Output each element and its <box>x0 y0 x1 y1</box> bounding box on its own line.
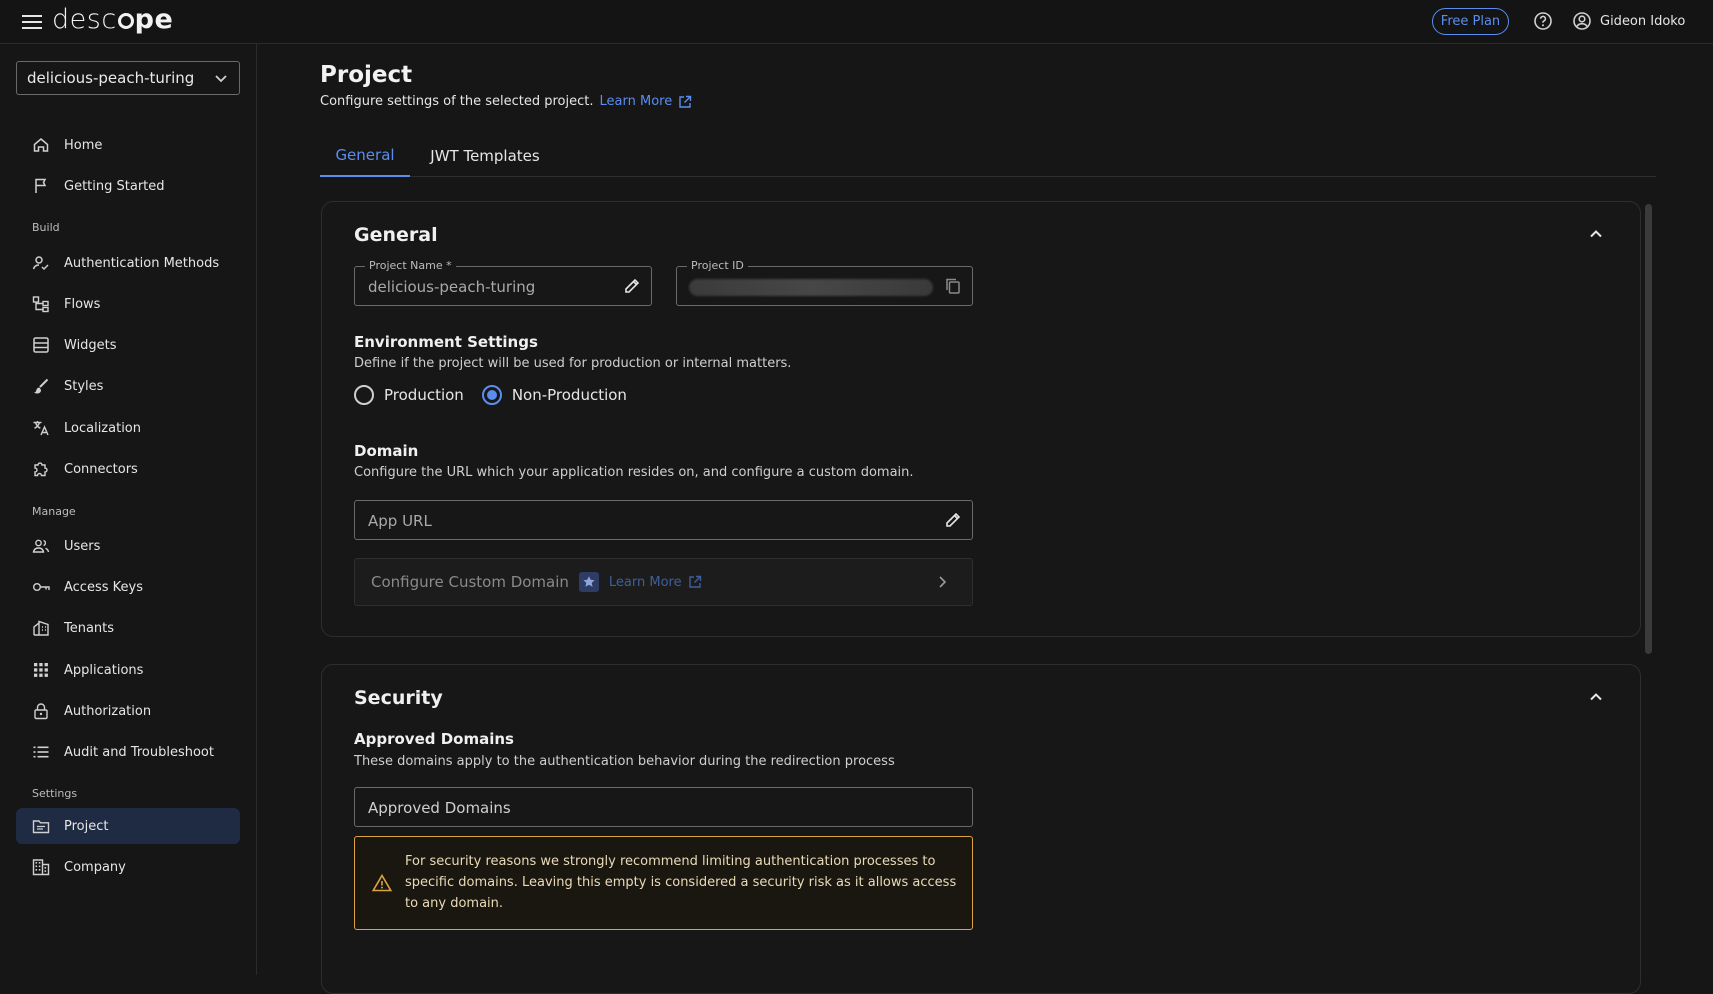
project-selector-value: delicious-peach-turing <box>27 69 195 87</box>
security-card-title: Security <box>354 687 443 709</box>
sidebar-item-users[interactable]: Users <box>16 528 240 564</box>
learn-more-link[interactable]: Learn More <box>600 94 693 109</box>
project-id-label: Project ID <box>687 259 748 272</box>
sidebar-item-flows[interactable]: Flows <box>16 286 240 322</box>
environment-settings-heading: Environment Settings <box>354 333 538 351</box>
app-url-field[interactable]: App URL <box>354 500 973 540</box>
sidebar-item-project[interactable]: Project <box>16 808 240 844</box>
section-manage: Manage <box>32 505 76 518</box>
star-icon <box>578 572 599 592</box>
page-subtitle-text: Configure settings of the selected proje… <box>320 94 594 109</box>
widgets-icon <box>32 336 50 354</box>
edit-pencil-icon[interactable] <box>623 277 641 295</box>
general-card: General Project Name * delicious-peach-t… <box>321 201 1641 637</box>
security-warning-alert: For security reasons we strongly recomme… <box>354 836 973 930</box>
production-radio-label: Production <box>384 386 464 404</box>
domain-heading: Domain <box>354 442 419 460</box>
sidebar-item-getting-started[interactable]: Getting Started <box>16 168 240 204</box>
app-url-placeholder: App URL <box>368 512 432 530</box>
sidebar-item-applications[interactable]: Applications <box>16 652 240 688</box>
section-build: Build <box>32 221 60 234</box>
project-name-label: Project Name * <box>365 259 456 272</box>
user-name: Gideon Idoko <box>1600 13 1686 29</box>
project-id-masked-value <box>689 279 933 296</box>
sidebar-item-widgets[interactable]: Widgets <box>16 327 240 363</box>
page-title: Project <box>320 62 413 88</box>
account-icon <box>1572 11 1592 31</box>
sidebar-item-company[interactable]: Company <box>16 849 240 885</box>
sidebar-item-tenants[interactable]: Tenants <box>16 610 240 646</box>
tab-bar: General JWT Templates <box>320 135 1656 177</box>
external-link-icon <box>688 575 702 589</box>
sidebar-item-localization[interactable]: Localization <box>16 410 240 446</box>
chevron-up-icon[interactable] <box>1588 226 1604 242</box>
production-radio[interactable] <box>354 385 374 405</box>
company-icon <box>32 858 50 876</box>
help-icon[interactable] <box>1533 11 1553 31</box>
custom-domain-learn-more-link[interactable]: Learn More <box>609 575 702 590</box>
sidebar-item-audit[interactable]: Audit and Troubleshoot <box>16 734 240 770</box>
top-bar: desc pe Free Plan Gideon Idoko <box>0 0 1713 44</box>
chevron-right-icon <box>934 574 950 590</box>
configure-custom-domain-row[interactable]: Configure Custom Domain Learn More <box>354 558 973 606</box>
building-icon <box>32 619 50 637</box>
section-settings: Settings <box>32 787 78 800</box>
users-icon <box>32 537 50 555</box>
descope-logo[interactable]: desc pe <box>52 4 173 35</box>
apps-grid-icon <box>32 661 50 679</box>
project-name-field[interactable]: Project Name * delicious-peach-turing <box>354 259 652 306</box>
warning-triangle-icon <box>372 874 392 892</box>
copy-icon[interactable] <box>944 277 962 295</box>
user-menu[interactable]: Gideon Idoko <box>1572 11 1685 31</box>
non-production-radio[interactable] <box>481 385 502 405</box>
sidebar-item-access-keys[interactable]: Access Keys <box>16 569 240 605</box>
project-selector[interactable]: delicious-peach-turing <box>16 61 240 95</box>
key-icon <box>32 578 50 596</box>
chevron-down-icon <box>213 70 229 86</box>
translate-icon <box>32 419 50 437</box>
folder-icon <box>32 817 50 835</box>
project-id-field: Project ID <box>676 259 973 306</box>
lock-icon <box>32 702 50 720</box>
tab-jwt-templates[interactable]: JWT Templates <box>420 135 550 177</box>
brush-icon <box>32 377 50 395</box>
flow-icon <box>32 295 50 313</box>
security-card: Security Approved Domains These domains … <box>321 664 1641 994</box>
sidebar-item-authorization[interactable]: Authorization <box>16 693 240 729</box>
tab-general[interactable]: General <box>320 135 410 177</box>
non-production-radio-label: Non-Production <box>511 386 627 404</box>
home-icon <box>32 136 50 154</box>
chevron-up-icon[interactable] <box>1588 689 1604 705</box>
external-link-icon <box>678 95 692 109</box>
sidebar-item-home[interactable]: Home <box>16 127 240 163</box>
sidebar-item-authentication-methods[interactable]: Authentication Methods <box>16 245 240 281</box>
configure-custom-domain-label: Configure Custom Domain <box>371 573 569 591</box>
puzzle-icon <box>32 460 50 478</box>
hamburger-menu-icon[interactable] <box>20 10 44 34</box>
security-warning-text: For security reasons we strongly recomme… <box>405 854 957 911</box>
approved-domains-description: These domains apply to the authenticatio… <box>354 754 895 769</box>
person-check-icon <box>32 254 50 272</box>
scrollbar-thumb[interactable] <box>1645 204 1652 654</box>
edit-pencil-icon[interactable] <box>944 511 962 529</box>
approved-domains-heading: Approved Domains <box>354 730 514 748</box>
project-name-value: delicious-peach-turing <box>368 278 536 296</box>
page-subtitle: Configure settings of the selected proje… <box>320 94 692 109</box>
domain-description: Configure the URL which your application… <box>354 465 914 480</box>
sidebar-item-styles[interactable]: Styles <box>16 368 240 404</box>
general-card-title: General <box>354 224 438 246</box>
approved-domains-input[interactable]: Approved Domains <box>354 787 973 827</box>
sidebar: delicious-peach-turing Home Getting Star… <box>0 44 257 975</box>
list-icon <box>32 743 50 761</box>
environment-settings-description: Define if the project will be used for p… <box>354 356 792 371</box>
approved-domains-placeholder: Approved Domains <box>368 799 511 817</box>
free-plan-button[interactable]: Free Plan <box>1432 8 1509 35</box>
flag-icon <box>32 177 50 195</box>
environment-radio-group: Production Non-Production <box>354 385 627 405</box>
sidebar-item-connectors[interactable]: Connectors <box>16 451 240 487</box>
